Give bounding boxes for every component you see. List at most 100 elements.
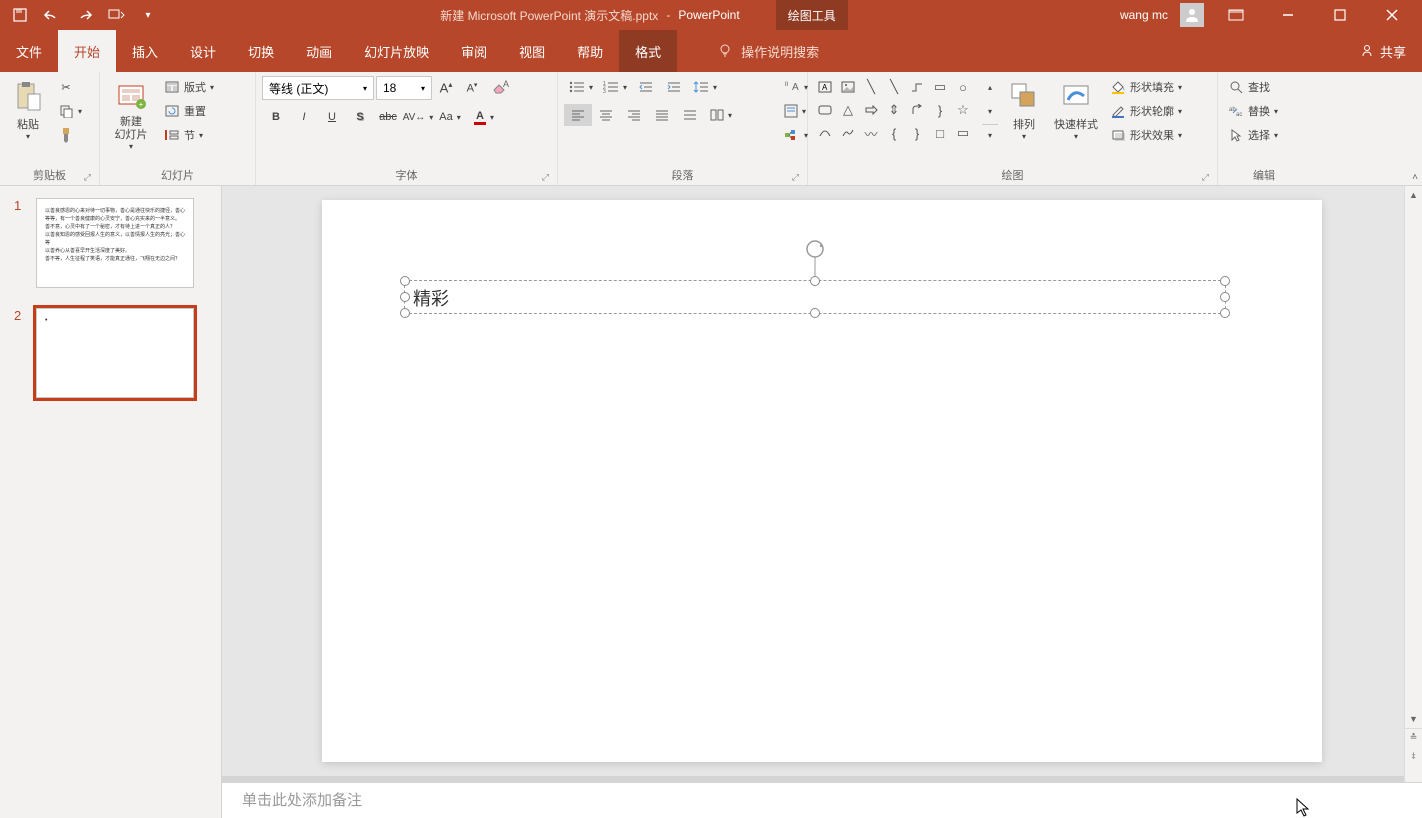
scroll-up-icon[interactable]: ▲ xyxy=(1405,186,1422,204)
ribbon-display-icon[interactable] xyxy=(1216,0,1256,30)
paste-button[interactable]: 粘贴 ▾ xyxy=(6,76,50,145)
tab-slideshow[interactable]: 幻灯片放映 xyxy=(348,30,445,72)
collapse-ribbon-icon[interactable]: ˄ xyxy=(1412,172,1418,183)
shape-square[interactable]: □ xyxy=(929,122,951,144)
handle-bl[interactable] xyxy=(400,308,410,318)
shape-roundrect[interactable] xyxy=(814,99,836,121)
shape-rect2[interactable]: ▭ xyxy=(952,122,974,144)
arrange-button[interactable]: 排列▾ xyxy=(1002,76,1046,145)
find-button[interactable]: 查找 xyxy=(1224,76,1282,98)
shadow-button[interactable]: S xyxy=(346,106,374,128)
qat-customize-icon[interactable]: ▾ xyxy=(138,5,158,25)
tab-home[interactable]: 开始 xyxy=(58,30,116,72)
handle-br[interactable] xyxy=(1220,308,1230,318)
undo-icon[interactable] xyxy=(42,5,62,25)
increase-font-button[interactable]: A▴ xyxy=(434,77,458,99)
share-button[interactable]: 共享 xyxy=(1344,30,1422,72)
tab-view[interactable]: 视图 xyxy=(503,30,561,72)
shape-textbox[interactable]: A xyxy=(814,76,836,98)
convert-smartart-button[interactable]: ▾ xyxy=(780,124,814,146)
bullets-button[interactable]: ▾ xyxy=(564,76,598,98)
distribute-button[interactable] xyxy=(676,104,704,126)
font-size-combo[interactable]: 18▾ xyxy=(376,76,432,100)
text-direction-button[interactable]: ᴵᴵA▾ xyxy=(780,76,814,98)
layout-button[interactable]: 版式▾ xyxy=(160,76,218,98)
replace-button[interactable]: abac替换▾ xyxy=(1224,100,1282,122)
user-name[interactable]: wang mc xyxy=(1120,8,1168,22)
rotate-handle-icon[interactable] xyxy=(803,237,827,261)
decrease-font-button[interactable]: A▾ xyxy=(460,77,484,99)
shape-arc[interactable] xyxy=(814,122,836,144)
quick-styles-button[interactable]: 快速样式▾ xyxy=(1050,76,1102,145)
slide-canvas[interactable]: 精彩 xyxy=(222,186,1422,776)
copy-button[interactable]: ▾ xyxy=(54,100,86,122)
clipboard-launcher[interactable]: ⤢ xyxy=(84,172,91,183)
tab-help[interactable]: 帮助 xyxy=(561,30,619,72)
reset-button[interactable]: 重置 xyxy=(160,100,218,122)
minimize-icon[interactable] xyxy=(1268,0,1308,30)
shape-brace-right2[interactable]: } xyxy=(906,122,928,144)
tell-me-search[interactable]: 操作说明搜索 xyxy=(717,30,819,72)
next-slide-icon[interactable]: ⤈ xyxy=(1405,746,1422,764)
thumbnail-panel[interactable]: 1 以善良感恩的心来对待一切事物，善心是通往快乐的捷径，善心 等等，有一个善良健… xyxy=(0,186,222,818)
tab-animations[interactable]: 动画 xyxy=(290,30,348,72)
handle-left[interactable] xyxy=(400,292,410,302)
handle-tl[interactable] xyxy=(400,276,410,286)
notes-pane[interactable]: 单击此处添加备注 xyxy=(222,782,1422,818)
vertical-scrollbar[interactable]: ▲ ▼ ≛ ⤈ xyxy=(1404,186,1422,782)
shape-arrow-right[interactable] xyxy=(860,99,882,121)
tab-format[interactable]: 格式 xyxy=(619,30,677,72)
close-icon[interactable] xyxy=(1372,0,1412,30)
thumbnail-2-preview[interactable]: • xyxy=(36,308,194,398)
shape-arrow-updown[interactable]: ⇕ xyxy=(883,99,905,121)
align-right-button[interactable] xyxy=(620,104,648,126)
shape-oval[interactable]: ○ xyxy=(952,76,974,98)
font-color-button[interactable]: A▾ xyxy=(466,106,502,128)
columns-button[interactable]: ▾ xyxy=(704,104,738,126)
shapes-more-button[interactable]: ▾ xyxy=(982,124,998,146)
thumbnail-1-preview[interactable]: 以善良感恩的心来对待一切事物，善心是通往快乐的捷径，善心 等等，有一个善良健康的… xyxy=(36,198,194,288)
cut-button[interactable]: ✂ xyxy=(54,76,86,98)
numbering-button[interactable]: 123▾ xyxy=(598,76,632,98)
section-button[interactable]: 节▾ xyxy=(160,124,218,146)
line-spacing-button[interactable]: ▾ xyxy=(688,76,722,98)
shape-effects-button[interactable]: 形状效果▾ xyxy=(1106,124,1186,146)
select-button[interactable]: 选择▾ xyxy=(1224,124,1282,146)
shape-brace-right[interactable]: } xyxy=(929,99,951,121)
shape-star[interactable]: ☆ xyxy=(952,99,974,121)
redo-icon[interactable] xyxy=(74,5,94,25)
font-launcher[interactable]: ⤢ xyxy=(542,172,549,183)
justify-button[interactable] xyxy=(648,104,676,126)
handle-top[interactable] xyxy=(810,276,820,286)
underline-button[interactable]: U xyxy=(318,106,346,128)
tab-review[interactable]: 审阅 xyxy=(445,30,503,72)
strikethrough-button[interactable]: abc xyxy=(374,106,402,128)
new-slide-button[interactable]: + 新建 幻灯片 ▾ xyxy=(106,76,156,155)
shape-triangle[interactable]: △ xyxy=(837,99,859,121)
shapes-gallery[interactable]: A ╲ ╲ ▭ ○ △ ⇕ } ☆ 〰 { } □ ▭ xyxy=(814,76,974,144)
handle-tr[interactable] xyxy=(1220,276,1230,286)
text-box[interactable]: 精彩 xyxy=(404,280,1226,314)
handle-right[interactable] xyxy=(1220,292,1230,302)
decrease-indent-button[interactable] xyxy=(632,76,660,98)
tab-file[interactable]: 文件 xyxy=(0,30,58,72)
shape-line2[interactable]: ╲ xyxy=(883,76,905,98)
shape-line[interactable]: ╲ xyxy=(860,76,882,98)
maximize-icon[interactable] xyxy=(1320,0,1360,30)
scroll-down-icon[interactable]: ▼ xyxy=(1405,710,1422,728)
increase-indent-button[interactable] xyxy=(660,76,688,98)
align-text-button[interactable]: ▾ xyxy=(780,100,814,122)
shape-fill-button[interactable]: 形状填充▾ xyxy=(1106,76,1186,98)
thumbnail-1[interactable]: 1 以善良感恩的心来对待一切事物，善心是通往快乐的捷径，善心 等等，有一个善良健… xyxy=(14,198,207,288)
shape-curve[interactable] xyxy=(837,122,859,144)
shape-wave[interactable]: 〰 xyxy=(860,122,882,144)
user-avatar-icon[interactable] xyxy=(1180,3,1204,27)
clear-format-button[interactable]: A xyxy=(486,77,514,99)
slide[interactable]: 精彩 xyxy=(322,200,1322,762)
align-left-button[interactable] xyxy=(564,104,592,126)
thumbnail-2[interactable]: 2 • xyxy=(14,308,207,398)
save-icon[interactable] xyxy=(10,5,30,25)
shape-picture[interactable] xyxy=(837,76,859,98)
tab-insert[interactable]: 插入 xyxy=(116,30,174,72)
bold-button[interactable]: B xyxy=(262,106,290,128)
